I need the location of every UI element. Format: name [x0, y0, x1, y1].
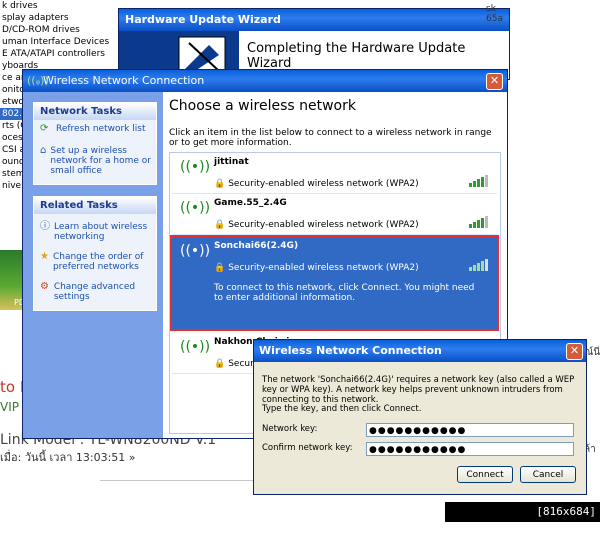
- network-description: To connect to this network, click Connec…: [214, 283, 475, 303]
- cancel-button[interactable]: Cancel: [520, 466, 576, 483]
- refresh-network-list-link[interactable]: ⟳ Refresh network list: [34, 120, 156, 136]
- watermark: [816x684] https://upic.me/: [445, 502, 600, 538]
- network-key-label: Network key:: [262, 424, 318, 434]
- related-tasks-panel: Related Tasks ⓘ Learn about wireless net…: [33, 196, 157, 311]
- signal-strength-icon: [469, 216, 491, 228]
- dialog-close-button[interactable]: ✕: [566, 343, 583, 360]
- lock-icon: 🔒: [214, 179, 226, 189]
- background-vip-text: VIP: [0, 400, 19, 414]
- dialog-instruction: Type the key, and then click Connect.: [262, 404, 422, 414]
- device-item[interactable]: k drives: [0, 0, 130, 12]
- close-button[interactable]: ✕: [486, 73, 503, 90]
- network-name: jittinat: [214, 157, 249, 167]
- wizard-heading: Completing the Hardware Update Wizard: [247, 41, 466, 71]
- network-item-sonchai66[interactable]: ((•)) Sonchai66(2.4G) 🔒 Security-enabled …: [170, 235, 499, 331]
- dialog-title: Wireless Network Connection: [259, 344, 442, 357]
- setup-network-icon: ⌂: [40, 145, 47, 156]
- antenna-icon: ((•)): [180, 243, 211, 259]
- dialog-titlebar[interactable]: Wireless Network Connection ✕: [254, 340, 586, 362]
- device-item[interactable]: uman Interface Devices: [0, 36, 130, 48]
- confirm-key-input[interactable]: ●●●●●●●●●●●: [366, 442, 574, 456]
- wireless-icon: ((ᵩ)): [27, 74, 49, 87]
- lock-icon: 🔒: [214, 220, 226, 230]
- connect-button[interactable]: Connect: [457, 466, 513, 483]
- background-right-text: sk: [486, 4, 496, 14]
- signal-strength-icon: [469, 259, 491, 271]
- network-security: 🔒 Security-enabled wireless network (WPA2…: [214, 179, 419, 189]
- antenna-icon: ((•)): [180, 159, 211, 175]
- info-icon: ⓘ: [40, 221, 50, 232]
- lock-icon: 🔒: [214, 359, 226, 369]
- hardware-wizard-title: Hardware Update Wizard: [119, 9, 509, 31]
- network-key-dialog: Wireless Network Connection ✕ The networ…: [253, 339, 587, 495]
- dialog-message: The network 'Sonchai66(2.4G)' requires a…: [262, 375, 575, 405]
- confirm-key-label: Confirm network key:: [262, 443, 353, 453]
- change-advanced-settings-link[interactable]: ⚙ Change advanced settings: [34, 274, 156, 310]
- antenna-icon: ((•)): [180, 200, 211, 216]
- network-tasks-panel: Network Tasks ⟳ Refresh network list ⌂ S…: [33, 102, 157, 185]
- settings-icon: ⚙: [40, 281, 49, 292]
- star-icon: ★: [40, 251, 49, 262]
- device-item[interactable]: splay adapters: [0, 12, 130, 24]
- related-tasks-header: Related Tasks: [34, 197, 156, 214]
- wireless-window-title: Wireless Network Connection: [43, 74, 205, 87]
- network-security: 🔒 Security-enabled wireless network (WPA2…: [214, 220, 419, 230]
- device-item[interactable]: D/CD-ROM drives: [0, 24, 130, 36]
- signal-strength-icon: [469, 175, 491, 187]
- setup-wireless-network-link[interactable]: ⌂ Set up a wireless network for a home o…: [34, 136, 156, 184]
- background-box: [100, 480, 255, 503]
- chooser-instructions: Click an item in the list below to conne…: [169, 128, 492, 148]
- network-item-game55[interactable]: ((•)) Game.55_2.4G 🔒 Security-enabled wir…: [172, 194, 497, 235]
- network-key-input[interactable]: ●●●●●●●●●●●: [366, 423, 574, 437]
- device-item[interactable]: E ATA/ATAPI controllers: [0, 48, 130, 60]
- network-name: Game.55_2.4G: [214, 198, 287, 208]
- wireless-window-titlebar[interactable]: ((ᵩ)) Wireless Network Connection ✕: [23, 70, 507, 92]
- task-pane: Network Tasks ⟳ Refresh network list ⌂ S…: [23, 92, 163, 438]
- antenna-icon: ((•)): [180, 339, 211, 355]
- background-right-text: 65a: [486, 14, 503, 24]
- change-preferred-order-link[interactable]: ★ Change the order of preferred networks: [34, 244, 156, 274]
- network-tasks-header: Network Tasks: [34, 103, 156, 120]
- learn-wireless-link[interactable]: ⓘ Learn about wireless networking: [34, 214, 156, 244]
- chooser-heading: Choose a wireless network: [169, 98, 356, 114]
- network-name: Sonchai66(2.4G): [214, 241, 299, 251]
- background-timestamp: เมื่อ: วันนี้ เวลา 13:03:51 »: [0, 451, 136, 464]
- refresh-icon: ⟳: [40, 123, 49, 134]
- lock-icon: 🔒: [214, 263, 226, 273]
- network-item-jittinat[interactable]: ((•)) jittinat 🔒 Security-enabled wireles…: [172, 153, 497, 194]
- network-security: 🔒 Security-enabled wireless network (WPA2…: [214, 263, 419, 273]
